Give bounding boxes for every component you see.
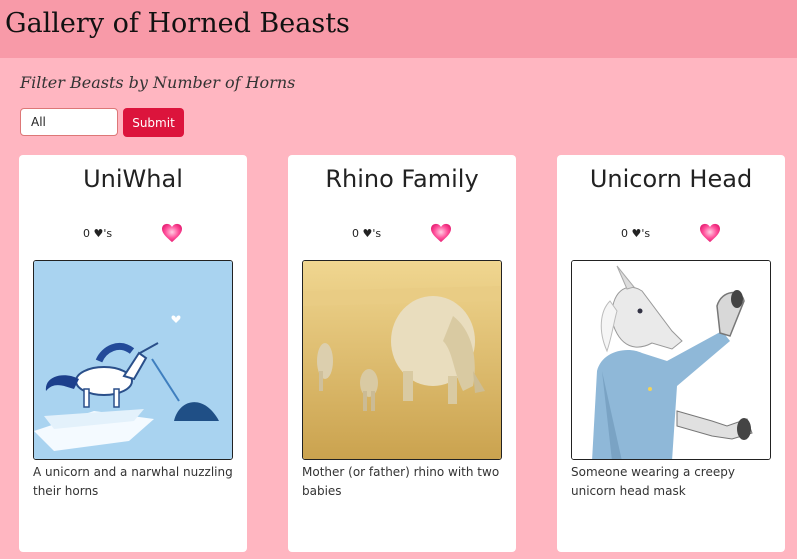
like-count: 0 ♥'s [352, 227, 382, 240]
submit-button[interactable]: Submit [123, 108, 184, 137]
beast-title: Unicorn Head [589, 165, 753, 193]
heart-icon[interactable] [430, 223, 452, 243]
like-count: 0 ♥'s [621, 227, 651, 240]
beast-description: Someone wearing a creepy unicorn head ma… [571, 465, 735, 498]
filter-label: Filter Beasts by Number of Horns [20, 73, 296, 92]
page-title: Gallery of Horned Beasts [5, 8, 350, 39]
heart-icon[interactable] [161, 223, 183, 243]
beast-title: Rhino Family [325, 165, 479, 193]
app-header: Gallery of Horned Beasts [0, 0, 797, 58]
beast-card-rhino-family: Rhino Family 0 ♥'s Mother (or father) rh… [288, 155, 516, 552]
heart-icon[interactable] [699, 223, 721, 243]
like-count: 0 ♥'s [83, 227, 113, 240]
horns-filter-select[interactable]: All [20, 108, 118, 136]
beast-card-unicorn-head: Unicorn Head 0 ♥'s Someone wearing a cre… [557, 155, 785, 552]
beast-description: Mother (or father) rhino with two babies [302, 465, 500, 498]
beast-image-unicorn-head[interactable] [571, 260, 771, 460]
beast-description: A unicorn and a narwhal nuzzling their h… [33, 465, 233, 498]
beast-image-rhino-family[interactable] [302, 260, 502, 460]
beast-image-uniwhal[interactable] [33, 260, 233, 460]
beast-card-uniwhal: UniWhal 0 ♥'s A unicorn and a narwhal nu… [19, 155, 247, 552]
beast-title: UniWhal [83, 165, 183, 193]
